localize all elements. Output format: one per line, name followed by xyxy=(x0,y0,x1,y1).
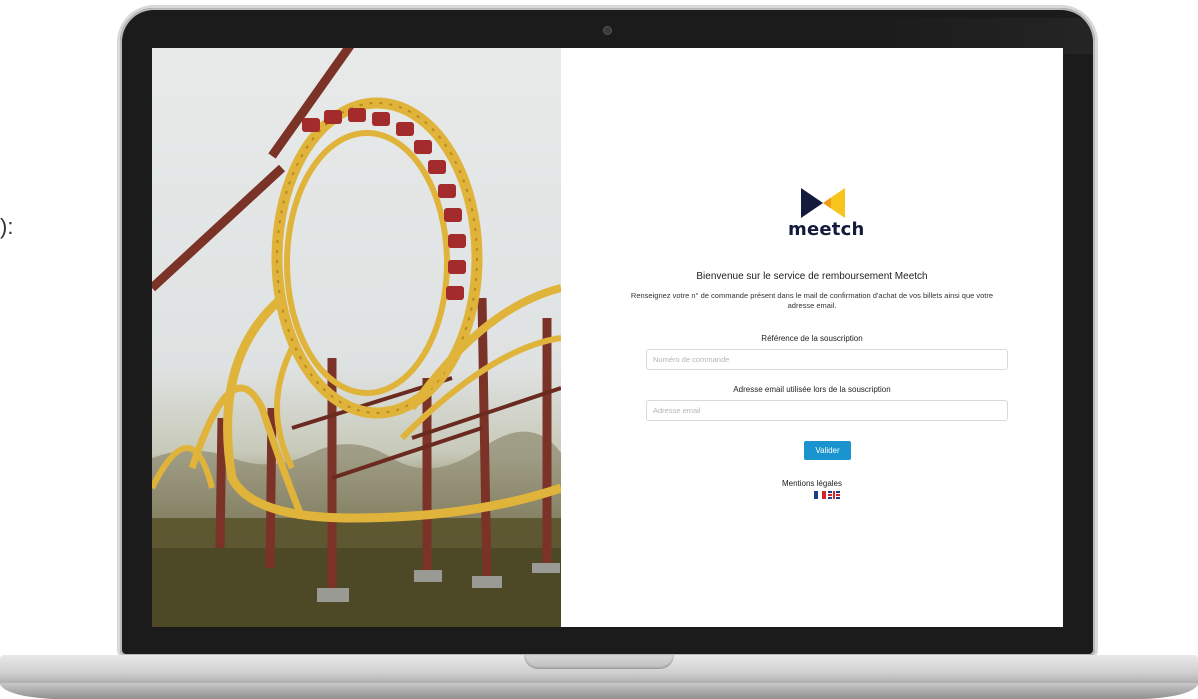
order-number-input[interactable] xyxy=(646,349,1008,370)
uk-flag-icon[interactable] xyxy=(828,491,840,499)
legal-notice-link[interactable]: Mentions légales xyxy=(561,479,1063,488)
webcam-icon xyxy=(604,27,611,34)
roller-coaster-photo xyxy=(152,48,561,627)
meetch-bowtie-logo-icon xyxy=(801,188,845,218)
lid-notch xyxy=(524,655,674,669)
meetch-logo: meetch xyxy=(788,188,865,240)
laptop-screen: meetch Bienvenue sur le service de rembo… xyxy=(152,48,1063,627)
language-switcher xyxy=(813,491,841,500)
fr-flag-icon[interactable] xyxy=(814,491,826,499)
email-label: Adresse email utilisée lors de la souscr… xyxy=(733,385,891,394)
cropped-text: ): xyxy=(0,214,14,239)
brand-name: meetch xyxy=(788,219,865,240)
email-input[interactable] xyxy=(646,400,1008,421)
reference-label: Référence de la souscription xyxy=(761,334,863,343)
page-description: Renseignez votre n° de commande présent … xyxy=(630,291,994,310)
login-panel: meetch Bienvenue sur le service de rembo… xyxy=(561,48,1063,627)
page-title: Bienvenue sur le service de remboursemen… xyxy=(696,271,928,282)
submit-button[interactable]: Valider xyxy=(804,441,851,460)
laptop-bottom xyxy=(0,683,1198,699)
roller-coaster-illustration xyxy=(152,48,561,627)
